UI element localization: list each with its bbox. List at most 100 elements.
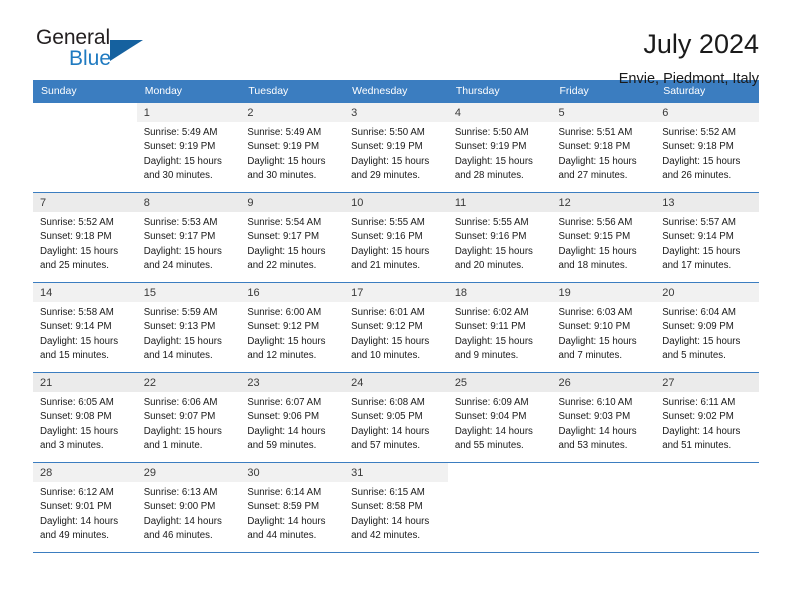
daylight-text-line2: and 5 minutes. <box>662 350 726 362</box>
calendar-day-cell[interactable]: 16 Sunrise: 6:00 AM Sunset: 9:12 PM Dayligh… <box>240 282 345 373</box>
calendar-day-cell[interactable]: 14 Sunrise: 5:58 AM Sunset: 9:14 PM Dayligh… <box>33 282 137 373</box>
calendar-day-cell[interactable]: 2 Sunrise: 5:49 AM Sunset: 9:19 PM Daylight… <box>240 102 345 193</box>
day-details <box>655 482 759 486</box>
calendar-day-cell[interactable]: 20 Sunrise: 6:04 AM Sunset: 9:09 PM Dayligh… <box>655 282 759 373</box>
sunset-text: Sunset: 8:59 PM <box>247 501 320 513</box>
calendar-day-cell[interactable]: 22 Sunrise: 6:06 AM Sunset: 9:07 PM Dayligh… <box>136 372 241 463</box>
sunrise-text: Sunrise: 6:07 AM <box>247 397 322 408</box>
day-number: 12 <box>551 193 656 212</box>
day-details: Sunrise: 6:15 AM Sunset: 8:58 PM Daylight:… <box>344 482 448 544</box>
sunrise-text: Sunrise: 5:49 AM <box>247 127 322 138</box>
daylight-text-line1: Daylight: 15 hours <box>143 335 222 347</box>
day-details: Sunrise: 5:55 AM Sunset: 9:16 PM Daylight:… <box>448 212 552 274</box>
day-details: Sunrise: 6:08 AM Sunset: 9:05 PM Daylight:… <box>344 392 448 454</box>
daylight-text-line2: and 10 minutes. <box>351 350 421 362</box>
calendar-day-cell[interactable]: 5 Sunrise: 5:51 AM Sunset: 9:18 PM Daylight… <box>551 102 656 193</box>
day-number: 31 <box>344 463 448 482</box>
calendar-day-cell[interactable]: 27 Sunrise: 6:11 AM Sunset: 9:02 PM Dayligh… <box>655 372 759 463</box>
sunrise-text: Sunrise: 5:52 AM <box>40 217 114 228</box>
day-number <box>552 463 656 482</box>
day-number: 21 <box>33 373 137 392</box>
calendar-day-cell[interactable]: 10 Sunrise: 5:55 AM Sunset: 9:16 PM Dayligh… <box>344 192 448 283</box>
day-number: 9 <box>240 193 345 212</box>
day-details: Sunrise: 6:13 AM Sunset: 9:00 PM Daylight:… <box>137 482 241 544</box>
daylight-text-line1: Daylight: 15 hours <box>143 155 222 167</box>
calendar-day-cell-empty <box>33 102 137 193</box>
daylight-text-line2: and 1 minute. <box>143 440 203 452</box>
daylight-text-line2: and 25 minutes. <box>40 260 109 272</box>
daylight-text-line2: and 22 minutes. <box>247 260 317 272</box>
daylight-text-line2: and 55 minutes. <box>454 440 524 452</box>
weekday-header-thursday: Thursday <box>447 80 552 103</box>
sunset-text: Sunset: 9:16 PM <box>454 231 527 243</box>
sunrise-text: Sunrise: 6:01 AM <box>351 307 425 318</box>
day-details: Sunrise: 6:06 AM Sunset: 9:07 PM Daylight:… <box>137 392 241 454</box>
day-number: 15 <box>136 283 241 302</box>
daylight-text-line1: Daylight: 15 hours <box>40 245 119 257</box>
daylight-text-line1: Daylight: 15 hours <box>558 155 637 167</box>
day-details <box>448 482 552 486</box>
logo-triangle-icon <box>110 40 143 61</box>
daylight-text-line1: Daylight: 15 hours <box>247 155 326 167</box>
calendar-page: General Blue July 2024 Envie, Piedmont, … <box>0 0 792 612</box>
calendar-day-cell[interactable]: 11 Sunrise: 5:55 AM Sunset: 9:16 PM Dayligh… <box>447 192 552 283</box>
calendar-day-cell[interactable]: 26 Sunrise: 6:10 AM Sunset: 9:03 PM Dayligh… <box>551 372 656 463</box>
calendar-day-cell[interactable]: 28 Sunrise: 6:12 AM Sunset: 9:01 PM Dayligh… <box>33 462 137 553</box>
calendar-day-cell[interactable]: 8 Sunrise: 5:53 AM Sunset: 9:17 PM Daylight… <box>136 192 241 283</box>
calendar-day-cell[interactable]: 21 Sunrise: 6:05 AM Sunset: 9:08 PM Dayligh… <box>33 372 137 463</box>
day-number: 5 <box>551 103 656 122</box>
sunset-text: Sunset: 9:08 PM <box>40 411 112 423</box>
title-block: July 2024 Envie, Piedmont, Italy <box>619 26 759 89</box>
day-details: Sunrise: 5:58 AM Sunset: 9:14 PM Daylight:… <box>33 302 137 364</box>
daylight-text-line2: and 51 minutes. <box>662 440 732 452</box>
daylight-text-line1: Daylight: 14 hours <box>351 515 430 527</box>
daylight-text-line1: Daylight: 15 hours <box>662 155 741 167</box>
day-details: Sunrise: 5:51 AM Sunset: 9:18 PM Daylight:… <box>552 122 656 184</box>
calendar-day-cell[interactable]: 1 Sunrise: 5:49 AM Sunset: 9:19 PM Daylight… <box>136 102 241 193</box>
sunset-text: Sunset: 9:13 PM <box>143 321 216 333</box>
calendar-day-cell[interactable]: 15 Sunrise: 5:59 AM Sunset: 9:13 PM Dayligh… <box>136 282 241 373</box>
day-details: Sunrise: 5:55 AM Sunset: 9:16 PM Daylight:… <box>344 212 448 274</box>
daylight-text-line2: and 30 minutes. <box>247 170 317 182</box>
sunrise-text: Sunrise: 5:50 AM <box>351 127 425 138</box>
sunset-text: Sunset: 9:04 PM <box>454 411 527 423</box>
daylight-text-line1: Daylight: 14 hours <box>247 515 326 527</box>
daylight-text-line1: Daylight: 15 hours <box>143 245 222 257</box>
calendar-day-cell[interactable]: 13 Sunrise: 5:57 AM Sunset: 9:14 PM Dayligh… <box>655 192 759 283</box>
calendar-day-cell[interactable]: 29 Sunrise: 6:13 AM Sunset: 9:00 PM Dayligh… <box>136 462 241 553</box>
sunset-text: Sunset: 9:16 PM <box>351 231 423 243</box>
calendar-day-cell[interactable]: 7 Sunrise: 5:52 AM Sunset: 9:18 PM Daylight… <box>33 192 137 283</box>
calendar-day-cell[interactable]: 9 Sunrise: 5:54 AM Sunset: 9:17 PM Daylight… <box>240 192 345 283</box>
sunset-text: Sunset: 9:11 PM <box>454 321 526 333</box>
calendar-day-cell[interactable]: 25 Sunrise: 6:09 AM Sunset: 9:04 PM Dayligh… <box>447 372 552 463</box>
daylight-text-line1: Daylight: 15 hours <box>351 155 430 167</box>
calendar-day-cell[interactable]: 19 Sunrise: 6:03 AM Sunset: 9:10 PM Dayligh… <box>551 282 656 373</box>
sunrise-text: Sunrise: 6:13 AM <box>143 487 218 498</box>
calendar-day-cell[interactable]: 17 Sunrise: 6:01 AM Sunset: 9:12 PM Dayligh… <box>344 282 448 373</box>
calendar-day-cell[interactable]: 12 Sunrise: 5:56 AM Sunset: 9:15 PM Dayligh… <box>551 192 656 283</box>
daylight-text-line1: Daylight: 14 hours <box>351 425 430 437</box>
day-number <box>33 103 137 122</box>
calendar-day-cell[interactable]: 24 Sunrise: 6:08 AM Sunset: 9:05 PM Dayligh… <box>344 372 448 463</box>
daylight-text-line2: and 3 minutes. <box>40 440 104 452</box>
calendar-day-cell[interactable]: 23 Sunrise: 6:07 AM Sunset: 9:06 PM Dayligh… <box>240 372 345 463</box>
day-number: 23 <box>240 373 345 392</box>
daylight-text-line2: and 9 minutes. <box>454 350 519 362</box>
sunset-text: Sunset: 9:19 PM <box>454 141 527 153</box>
daylight-text-line2: and 7 minutes. <box>558 350 623 362</box>
calendar-day-cell[interactable]: 4 Sunrise: 5:50 AM Sunset: 9:19 PM Daylight… <box>447 102 552 193</box>
calendar-day-cell[interactable]: 18 Sunrise: 6:02 AM Sunset: 9:11 PM Dayligh… <box>447 282 552 373</box>
sunset-text: Sunset: 9:18 PM <box>40 231 112 243</box>
day-details: Sunrise: 6:00 AM Sunset: 9:12 PM Daylight:… <box>240 302 344 364</box>
calendar-day-cell[interactable]: 30 Sunrise: 6:14 AM Sunset: 8:59 PM Dayligh… <box>240 462 345 553</box>
sunset-text: Sunset: 9:09 PM <box>662 321 734 333</box>
daylight-text-line1: Daylight: 14 hours <box>662 425 741 437</box>
calendar-day-cell[interactable]: 31 Sunrise: 6:15 AM Sunset: 8:58 PM Dayligh… <box>344 462 448 553</box>
logo[interactable]: General Blue <box>33 26 166 78</box>
weekday-header-tuesday: Tuesday <box>240 80 345 103</box>
calendar-day-cell[interactable]: 3 Sunrise: 5:50 AM Sunset: 9:19 PM Daylight… <box>344 102 448 193</box>
daylight-text-line2: and 42 minutes. <box>351 530 421 542</box>
day-number: 17 <box>344 283 448 302</box>
sunset-text: Sunset: 9:06 PM <box>247 411 320 423</box>
calendar-day-cell[interactable]: 6 Sunrise: 5:52 AM Sunset: 9:18 PM Daylight… <box>655 102 759 193</box>
